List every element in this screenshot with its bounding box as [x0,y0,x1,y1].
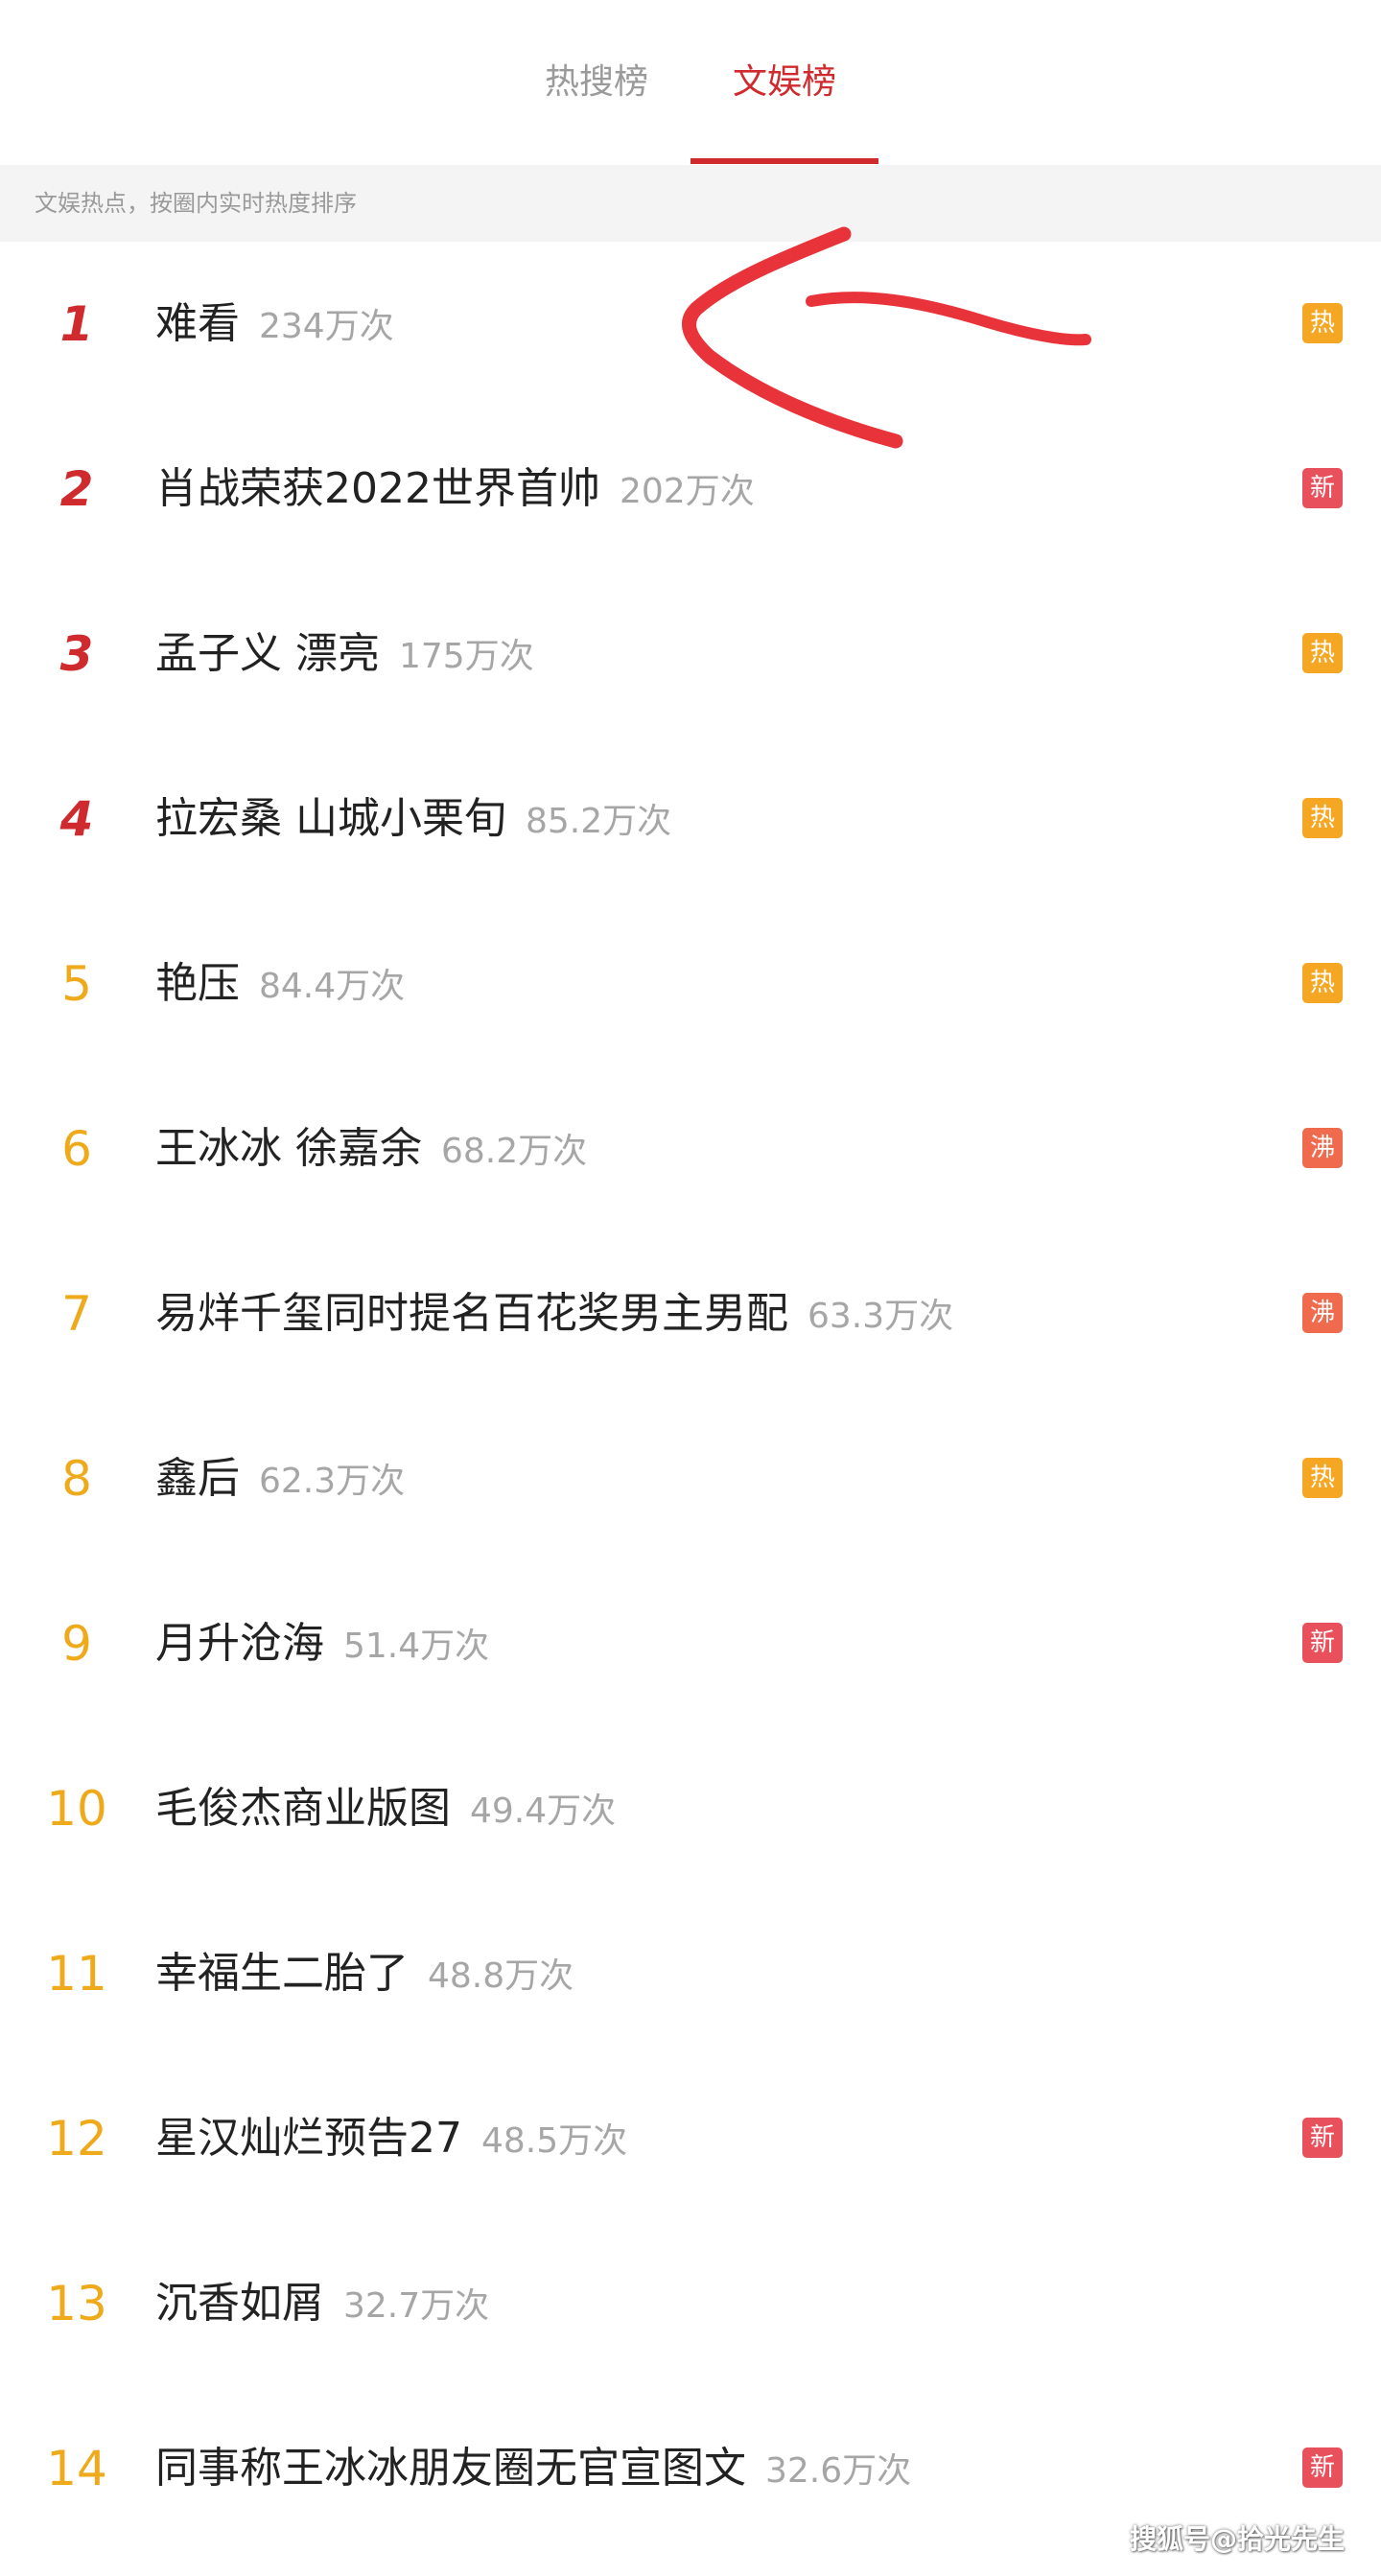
item-text: 月升沧海 51.4万次 [155,1617,489,1671]
list-description-bar: 文娱热点，按圈内实时热度排序 [0,165,1381,242]
list-item[interactable]: 6 王冰冰 徐嘉余 68.2万次 沸 [0,1066,1381,1231]
item-view-count: 175万次 [399,637,534,676]
item-title: 月升沧海 [155,1619,324,1668]
status-badge: 新 [1302,468,1343,508]
item-text: 艳压 84.4万次 [155,957,405,1011]
list-item[interactable]: 11 幸福生二胎了 48.8万次 [0,1891,1381,2056]
item-text: 难看 234万次 [155,297,394,351]
item-view-count: 32.6万次 [765,2451,912,2491]
status-badge: 热 [1302,798,1343,838]
item-title: 艳压 [155,959,240,1008]
rank-number: 12 [46,2111,107,2166]
item-text: 幸福生二胎了 48.8万次 [155,1947,573,2001]
status-badge: 热 [1302,1458,1343,1498]
item-text: 易烊千玺同时提名百花奖男主男配 63.3万次 [155,1287,953,1341]
item-title: 毛俊杰商业版图 [155,1784,451,1833]
rank-number: 5 [61,956,92,1012]
list-description: 文娱热点，按圈内实时热度排序 [35,190,357,217]
item-view-count: 202万次 [619,472,755,511]
watermark: 搜狐号@拾光先生 [1130,2523,1346,2555]
rank-number: 8 [61,1451,92,1507]
tab-bar: 热搜榜 文娱榜 [0,0,1381,166]
status-badge: 热 [1302,963,1343,1003]
rank-number: 1 [59,296,94,352]
status-badge: 新 [1302,2118,1343,2158]
list-item[interactable]: 3 孟子义 漂亮 175万次 热 [0,572,1381,737]
item-text: 星汉灿烂预告27 48.5万次 [155,2112,627,2166]
rank-number: 14 [46,2441,107,2496]
item-text: 鑫后 62.3万次 [155,1452,405,1506]
item-title: 沉香如屑 [155,2279,324,2328]
item-title: 星汉灿烂预告27 [155,2114,462,2163]
rank-number: 13 [46,2276,107,2331]
rank-number: 2 [59,461,94,517]
rank-number: 7 [61,1286,92,1342]
status-badge: 热 [1302,303,1343,343]
item-view-count: 62.3万次 [259,1462,406,1501]
item-view-count: 85.2万次 [526,802,672,841]
item-text: 肖战荣获2022世界首帅 202万次 [155,462,755,516]
item-view-count: 84.4万次 [259,967,406,1006]
item-title: 易烊千玺同时提名百花奖男主男配 [155,1289,788,1338]
list-item[interactable]: 10 毛俊杰商业版图 49.4万次 [0,1726,1381,1891]
item-view-count: 63.3万次 [808,1297,954,1336]
status-badge: 新 [1302,2447,1343,2488]
list-item[interactable]: 4 拉宏桑 山城小栗旬 85.2万次 热 [0,737,1381,902]
list-item[interactable]: 2 肖战荣获2022世界首帅 202万次 新 [0,407,1381,572]
item-view-count: 32.7万次 [343,2286,490,2326]
rank-number: 6 [61,1121,92,1177]
item-view-count: 49.4万次 [470,1791,617,1831]
item-view-count: 48.5万次 [481,2121,628,2161]
item-view-count: 48.8万次 [428,1956,574,1996]
rank-number: 4 [59,791,94,847]
item-view-count: 68.2万次 [441,1132,588,1171]
rank-number: 11 [46,1946,107,2002]
list-item[interactable]: 13 沉香如屑 32.7万次 [0,2221,1381,2386]
item-text: 拉宏桑 山城小栗旬 85.2万次 [155,792,671,846]
rank-number: 10 [46,1781,107,1837]
item-title: 肖战荣获2022世界首帅 [155,464,600,513]
tab-entertainment[interactable]: 文娱榜 [725,58,844,107]
active-tab-indicator [690,158,878,164]
item-text: 王冰冰 徐嘉余 68.2万次 [155,1122,587,1176]
item-view-count: 234万次 [259,307,394,346]
list-item[interactable]: 12 星汉灿烂预告27 48.5万次 新 [0,2056,1381,2221]
status-badge: 沸 [1302,1128,1343,1168]
item-title: 孟子义 漂亮 [155,629,380,678]
rank-number: 3 [59,626,94,682]
item-title: 王冰冰 徐嘉余 [155,1124,422,1173]
status-badge: 沸 [1302,1293,1343,1333]
rank-number: 9 [61,1616,92,1672]
item-title: 同事称王冰冰朋友圈无官宣图文 [155,2444,746,2493]
item-text: 同事称王冰冰朋友圈无官宣图文 32.6万次 [155,2442,911,2495]
item-title: 鑫后 [155,1454,240,1503]
ranking-list: 1 难看 234万次热 2 肖战荣获2022世界首帅 202万次新 3 孟子义 漂亮 175万次… [0,242,1381,2551]
list-item[interactable]: 8 鑫后 62.3万次 热 [0,1396,1381,1561]
status-badge: 新 [1302,1623,1343,1663]
tab-hot-search[interactable]: 热搜榜 [537,58,656,107]
status-badge: 热 [1302,633,1343,673]
item-title: 拉宏桑 山城小栗旬 [155,794,506,843]
item-title: 难看 [155,299,240,348]
item-text: 沉香如屑 32.7万次 [155,2277,489,2330]
item-title: 幸福生二胎了 [155,1949,409,1998]
item-view-count: 51.4万次 [343,1627,490,1666]
item-text: 毛俊杰商业版图 49.4万次 [155,1782,616,1836]
list-item[interactable]: 7 易烊千玺同时提名百花奖男主男配 63.3万次 沸 [0,1231,1381,1396]
item-text: 孟子义 漂亮 175万次 [155,627,534,681]
list-item[interactable]: 9 月升沧海 51.4万次 新 [0,1561,1381,1726]
list-item[interactable]: 5 艳压 84.4万次 热 [0,902,1381,1066]
list-item[interactable]: 1 难看 234万次 热 [0,242,1381,407]
